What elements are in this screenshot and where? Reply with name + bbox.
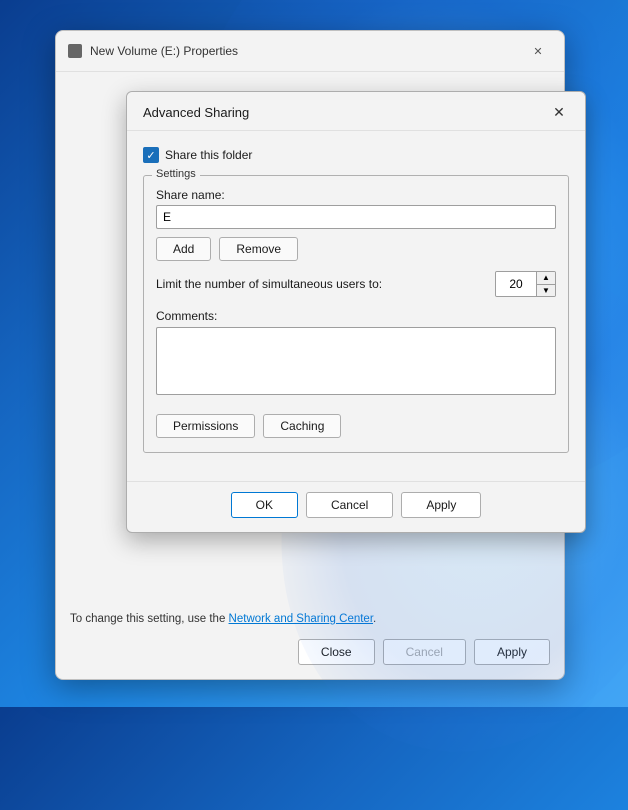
users-spinner-input[interactable]: [496, 272, 536, 296]
permissions-caching-row: Permissions Caching: [156, 414, 556, 438]
settings-group-label: Settings: [152, 168, 200, 180]
dialog-apply-button[interactable]: Apply: [401, 492, 481, 518]
share-name-input[interactable]: [156, 205, 556, 229]
properties-title: New Volume (E:) Properties: [90, 44, 238, 58]
props-footer: Close Cancel Apply: [70, 639, 550, 665]
titlebar-controls: ✕: [524, 41, 552, 61]
dialog-titlebar: Advanced Sharing ✕: [127, 92, 585, 131]
properties-window: New Volume (E:) Properties ✕ Advanced Sh…: [55, 30, 565, 680]
comments-textarea[interactable]: [156, 327, 556, 395]
notice-text: To change this setting, use the Network …: [70, 613, 550, 625]
users-limit-row: Limit the number of simultaneous users t…: [156, 271, 556, 297]
share-folder-label: Share this folder: [165, 148, 252, 162]
comments-label: Comments:: [156, 309, 556, 323]
share-name-label: Share name:: [156, 188, 556, 202]
dialog-cancel-button[interactable]: Cancel: [306, 492, 393, 518]
share-folder-row: ✓ Share this folder: [143, 147, 569, 163]
props-cancel-button[interactable]: Cancel: [383, 639, 466, 665]
users-spinner: ▲ ▼: [495, 271, 556, 297]
properties-titlebar: New Volume (E:) Properties ✕: [56, 31, 564, 72]
props-close-button[interactable]: Close: [298, 639, 375, 665]
users-limit-label: Limit the number of simultaneous users t…: [156, 277, 487, 291]
titlebar-left: New Volume (E:) Properties: [68, 44, 238, 58]
dialog-footer: OK Cancel Apply: [127, 481, 585, 532]
notice-prefix: To change this setting, use the: [70, 613, 229, 625]
dialog-close-button[interactable]: ✕: [545, 102, 573, 122]
notice-suffix: .: [373, 613, 376, 625]
window-icon: [68, 44, 82, 58]
settings-group: Settings Share name: Add Remove Limit th…: [143, 175, 569, 453]
spinner-buttons: ▲ ▼: [536, 272, 555, 296]
add-remove-row: Add Remove: [156, 237, 556, 261]
caching-button[interactable]: Caching: [263, 414, 341, 438]
dialog-ok-button[interactable]: OK: [231, 492, 298, 518]
properties-close-button[interactable]: ✕: [524, 41, 552, 61]
dialog-title: Advanced Sharing: [143, 105, 249, 120]
permissions-button[interactable]: Permissions: [156, 414, 255, 438]
spinner-up-button[interactable]: ▲: [537, 272, 555, 284]
share-folder-checkbox[interactable]: ✓: [143, 147, 159, 163]
properties-bottom: To change this setting, use the Network …: [56, 603, 564, 679]
dialog-body: ✓ Share this folder Settings Share name:…: [127, 131, 585, 481]
share-name-field: Share name:: [156, 188, 556, 229]
add-button[interactable]: Add: [156, 237, 211, 261]
remove-button[interactable]: Remove: [219, 237, 298, 261]
spinner-down-button[interactable]: ▼: [537, 284, 555, 296]
advanced-sharing-dialog: Advanced Sharing ✕ ✓ Share this folder S…: [126, 91, 586, 533]
props-apply-button[interactable]: Apply: [474, 639, 550, 665]
network-sharing-center-link[interactable]: Network and Sharing Center: [229, 613, 373, 625]
